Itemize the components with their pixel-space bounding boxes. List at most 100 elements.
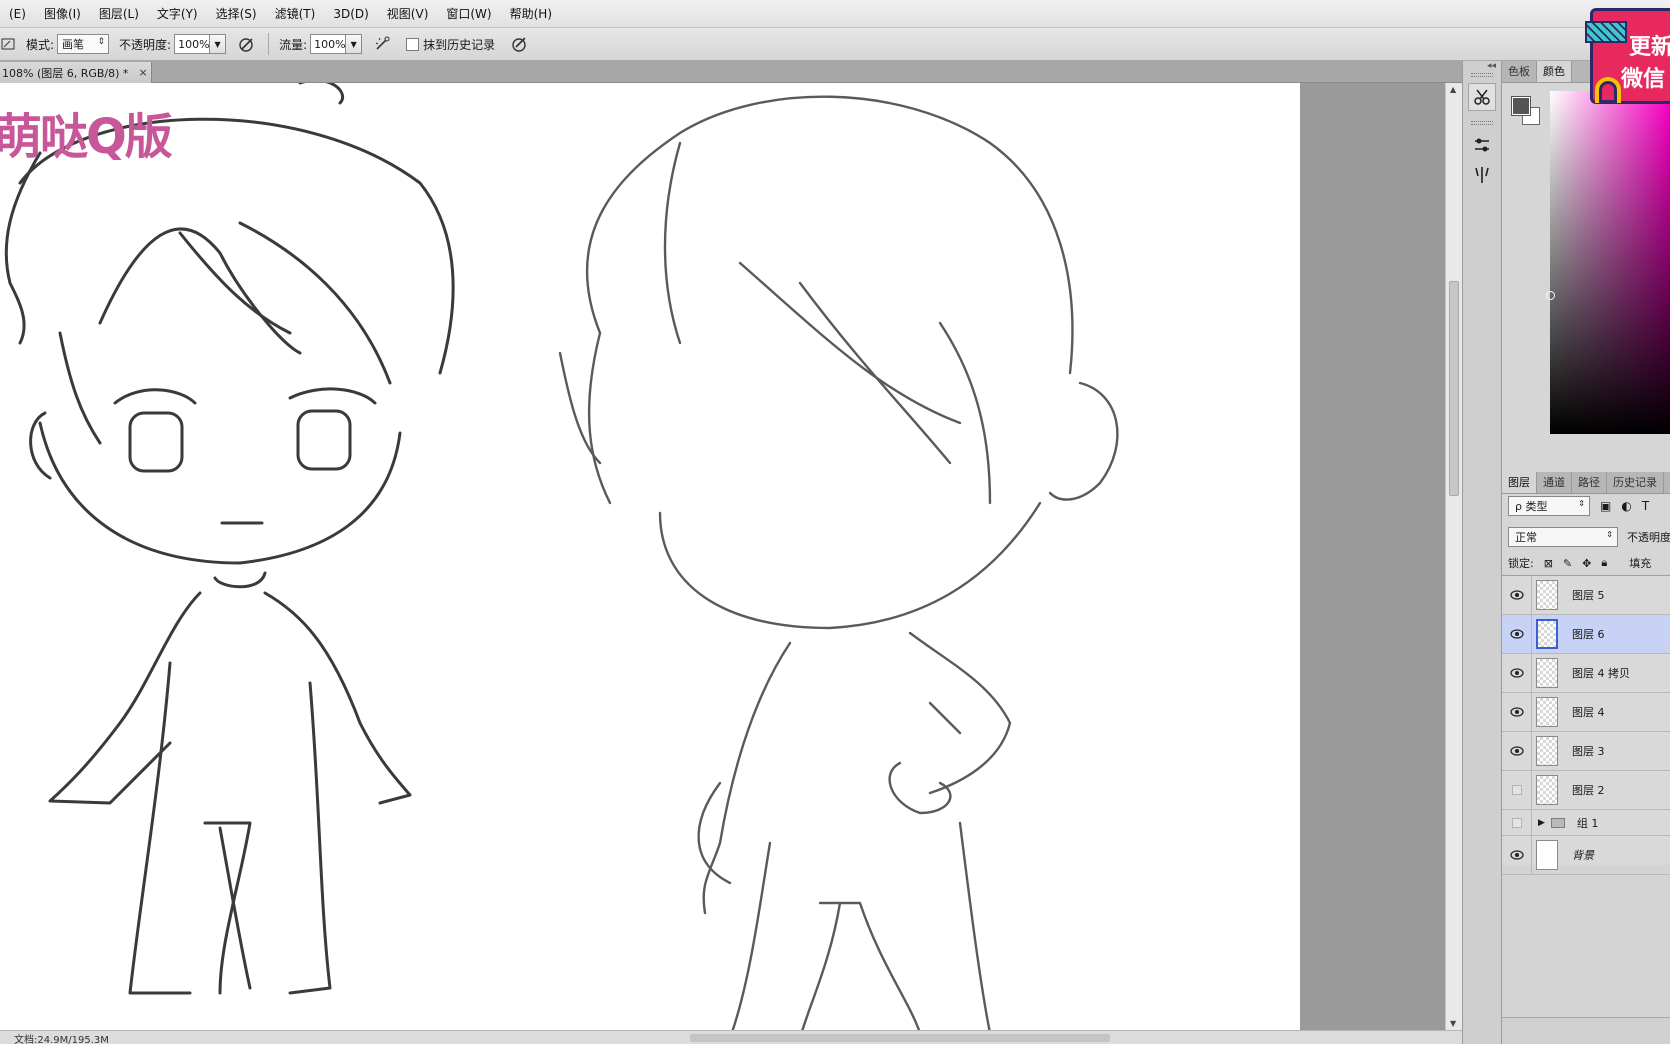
collapse-icon[interactable]: ◂◂ [1487, 61, 1496, 71]
tool-presets-icon[interactable] [1468, 83, 1496, 111]
pressure-opacity-icon[interactable] [236, 33, 258, 55]
menu-window[interactable]: 窗口(W) [437, 0, 500, 28]
scroll-up-icon[interactable]: ▲ [1450, 85, 1456, 94]
blend-mode-select[interactable]: 正常 ⇕ [1508, 527, 1618, 547]
flow-input[interactable]: 100% [310, 34, 347, 54]
visibility-eye-icon[interactable] [1502, 835, 1532, 875]
airbrush-icon[interactable] [372, 33, 394, 55]
visibility-eye-icon[interactable] [1502, 614, 1532, 654]
doc-size-status: 文档:24.9M/195.3M [14, 1035, 109, 1044]
adjustment-filter-icon[interactable]: ◐ [1621, 499, 1631, 513]
layer-thumbnail [1536, 840, 1558, 870]
layer-row-background[interactable]: 背景 [1502, 835, 1670, 875]
scroll-thumb[interactable] [690, 1034, 1110, 1042]
lock-transparency-icon[interactable]: ⊠ [1544, 557, 1553, 570]
grip-icon[interactable] [1471, 121, 1493, 125]
scroll-down-icon[interactable]: ▼ [1450, 1019, 1456, 1028]
visibility-toggle-off[interactable] [1502, 770, 1532, 810]
menu-edit[interactable]: (E) [0, 0, 35, 28]
color-panel [1502, 83, 1670, 466]
layer-thumbnail [1536, 775, 1558, 805]
layer-row-selected[interactable]: 图层 6 [1502, 614, 1670, 654]
layer-group-row[interactable]: ▶ 组 1 [1502, 809, 1670, 836]
visibility-eye-icon[interactable] [1502, 653, 1532, 693]
opacity-dropdown[interactable]: ▼ [210, 34, 227, 54]
grip-icon[interactable] [1471, 73, 1493, 77]
close-icon[interactable]: × [138, 66, 147, 79]
lock-all-icon[interactable]: 🔒︎ [1601, 556, 1607, 570]
lock-move-icon[interactable]: ✥ [1582, 557, 1591, 570]
lock-label: 锁定: [1508, 557, 1534, 570]
document-canvas[interactable]: 萌哒Q版 [0, 83, 1300, 1030]
tab-swatches[interactable]: 色板 [1502, 61, 1537, 82]
layer-filter-value: ρ 类型 [1515, 500, 1548, 513]
lock-row: 锁定: ⊠ ✎ ✥ 🔒︎ 填充 [1508, 555, 1651, 571]
layer-row[interactable]: 图层 4 [1502, 692, 1670, 732]
chevron-down-icon: ▼ [214, 39, 221, 49]
fill-label: 填充 [1629, 557, 1652, 570]
tab-history[interactable]: 历史记录 [1607, 472, 1664, 493]
foreground-color-swatch[interactable] [1511, 96, 1531, 116]
menu-bar: (E) 图像(I) 图层(L) 文字(Y) 选择(S) 滤镜(T) 3D(D) … [0, 0, 1670, 28]
layer-name: 图层 6 [1572, 628, 1605, 641]
layer-name: 图层 4 [1572, 706, 1605, 719]
panel-dock-strip: ◂◂ [1462, 61, 1502, 1044]
visibility-eye-icon[interactable] [1502, 575, 1532, 615]
flow-dropdown[interactable]: ▼ [346, 34, 363, 54]
layer-name: 图层 5 [1572, 589, 1605, 602]
menu-layer[interactable]: 图层(L) [90, 0, 148, 28]
layer-thumbnail [1536, 658, 1558, 688]
layer-row[interactable]: 图层 2 [1502, 770, 1670, 810]
tab-layers[interactable]: 图层 [1502, 472, 1537, 493]
layers-list: 图层 5 图层 6 图层 4 拷贝 图层 4 图层 3 图层 2 ▶ 组 1 背… [1502, 575, 1670, 875]
vertical-scrollbar[interactable]: ▲ ▼ [1445, 83, 1462, 1030]
color-spectrum[interactable] [1546, 91, 1670, 434]
layer-name: 背景 [1572, 849, 1594, 862]
toolbar-divider [268, 33, 270, 55]
brush-presets-icon[interactable] [1468, 131, 1496, 159]
menu-select[interactable]: 选择(S) [207, 0, 266, 28]
pressure-size-icon[interactable] [509, 33, 531, 55]
layer-row[interactable]: 图层 4 拷贝 [1502, 653, 1670, 693]
right-panels: 色板 颜色 图层 通道 路径 历史记录 ρ 类型 ⇕ ▣ ◐ T 正常 ⇕ 不透… [1502, 61, 1670, 1044]
expand-triangle-icon[interactable]: ▶ [1538, 818, 1545, 828]
tab-color[interactable]: 颜色 [1537, 61, 1572, 82]
horizontal-scrollbar[interactable]: 文档:24.9M/195.3M [0, 1030, 1462, 1044]
document-tab[interactable]: 108% (图层 6, RGB/8) * × [0, 62, 152, 83]
sketch-drawing [4, 83, 1119, 1030]
menu-3d[interactable]: 3D(D) [324, 0, 377, 28]
menu-filter[interactable]: 滤镜(T) [266, 0, 325, 28]
photoshop-window: (E) 图像(I) 图层(L) 文字(Y) 选择(S) 滤镜(T) 3D(D) … [0, 0, 1670, 1044]
layer-filter-row: ρ 类型 ⇕ ▣ ◐ T [1508, 496, 1649, 516]
erase-to-history-checkbox[interactable] [406, 37, 420, 51]
document-title: 108% (图层 6, RGB/8) * [2, 66, 129, 80]
menu-type[interactable]: 文字(Y) [148, 0, 207, 28]
brush-panel-icon[interactable] [0, 33, 16, 55]
color-picker-ring[interactable] [1546, 291, 1555, 300]
empty-visibility-box [1511, 817, 1522, 828]
layers-panel-header: 图层 通道 路径 历史记录 ρ 类型 ⇕ ▣ ◐ T 正常 ⇕ 不透明度 锁定:… [1502, 466, 1670, 574]
menu-image[interactable]: 图像(I) [35, 0, 90, 28]
updown-arrow-icon: ⇕ [1606, 530, 1613, 539]
visibility-eye-icon[interactable] [1502, 731, 1532, 771]
visibility-eye-icon[interactable] [1502, 692, 1532, 732]
layer-filter-select[interactable]: ρ 类型 ⇕ [1508, 496, 1590, 516]
lock-paint-icon[interactable]: ✎ [1563, 557, 1572, 570]
tab-channels[interactable]: 通道 [1537, 472, 1572, 493]
layer-row[interactable]: 图层 3 [1502, 731, 1670, 771]
opacity-label: 不透明度: [119, 37, 172, 52]
mode-select[interactable]: 画笔 ⇕ [57, 34, 110, 54]
opacity-input[interactable]: 100% [174, 34, 211, 54]
image-filter-icon[interactable]: ▣ [1600, 499, 1611, 513]
scroll-thumb[interactable] [1449, 281, 1459, 496]
menu-view[interactable]: 视图(V) [378, 0, 438, 28]
menu-help[interactable]: 帮助(H) [501, 0, 561, 28]
layer-row[interactable]: 图层 5 [1502, 575, 1670, 615]
type-filter-icon[interactable]: T [1642, 499, 1649, 513]
tab-paths[interactable]: 路径 [1572, 472, 1607, 493]
watermark-logo: 萌哒Q版 [0, 109, 173, 165]
visibility-toggle-off[interactable] [1502, 809, 1532, 836]
brush-icon[interactable] [1468, 161, 1496, 189]
stripe-decoration [1585, 21, 1627, 43]
document-tab-bar: 108% (图层 6, RGB/8) * × [0, 61, 1462, 83]
